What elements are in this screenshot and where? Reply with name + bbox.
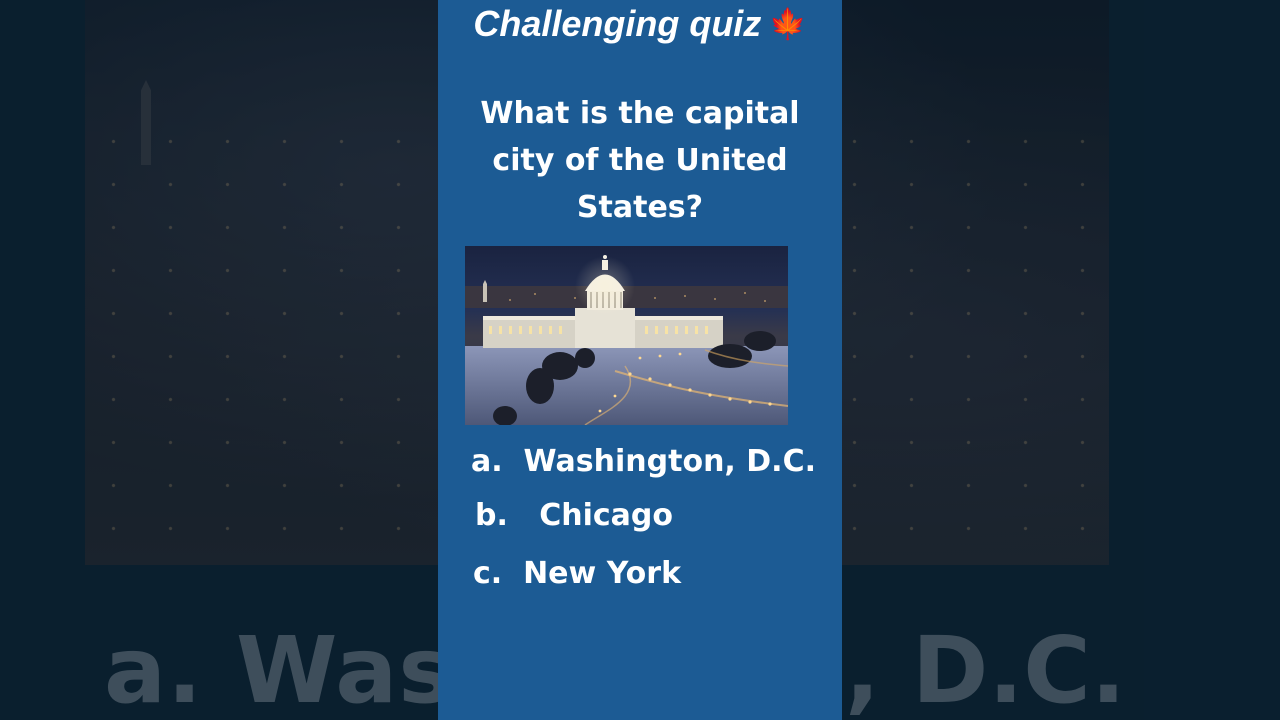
background-answer-text-right: , D.C.: [845, 617, 1126, 720]
quiz-title-text: Challenging quiz: [473, 3, 762, 44]
answer-option-b[interactable]: b. Chicago: [475, 494, 673, 538]
answer-option-a[interactable]: a. Washington, D.C.: [471, 440, 816, 484]
maple-leaf-icon: 🍁: [769, 8, 807, 41]
answer-option-c[interactable]: c. New York: [473, 552, 681, 596]
answer-letter: a.: [471, 444, 503, 479]
quiz-panel: Challenging quiz 🍁 What is the capital ci…: [438, 0, 842, 720]
question-text: What is the capital city of the United S…: [480, 96, 800, 225]
video-frame: a. Was , D.C. Challenging quiz 🍁 What is …: [0, 0, 1280, 720]
capitol-photo: [465, 246, 788, 425]
background-answer-text-left: a. Was: [104, 617, 455, 720]
answer-letter: b.: [475, 498, 508, 533]
answer-letter: c.: [473, 556, 503, 591]
quiz-title: Challenging quiz 🍁: [438, 2, 842, 47]
answer-text: New York: [523, 556, 682, 591]
answer-text: Washington, D.C.: [523, 444, 816, 479]
answer-text: Chicago: [539, 498, 673, 533]
